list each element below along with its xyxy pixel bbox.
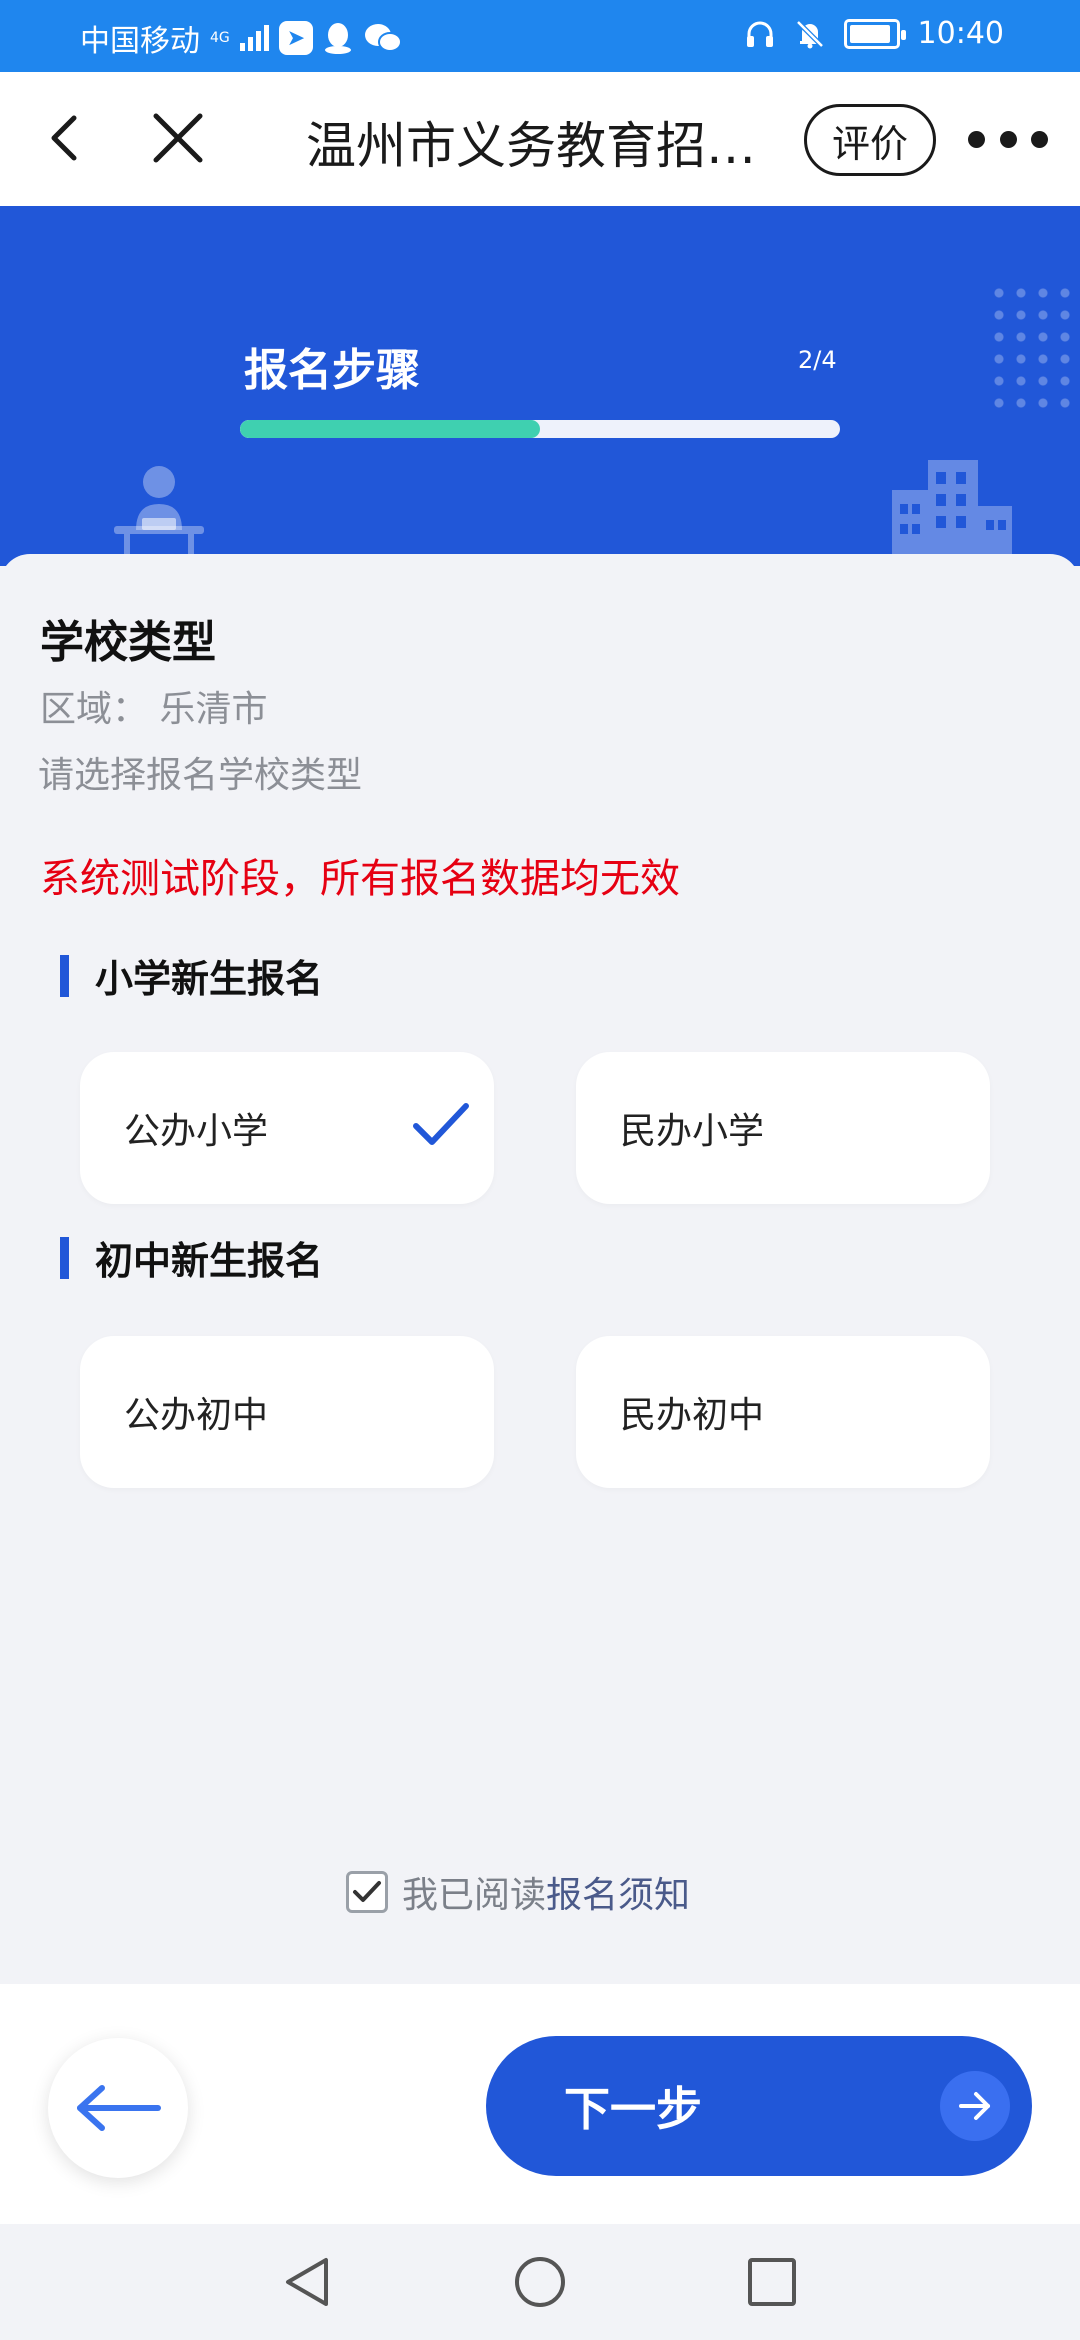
- prompt-text: 请选择报名学校类型: [38, 755, 363, 796]
- wechat-icon: [365, 24, 402, 52]
- option-private-middle[interactable]: 民办初中: [576, 1336, 990, 1488]
- arrow-right-icon: [940, 2071, 1010, 2141]
- group-header-primary: 小学新生报名: [60, 948, 323, 1003]
- arrow-left-icon: [77, 2085, 161, 2131]
- option-label: 公办小学: [124, 1111, 269, 1152]
- steps-progress-fill: [240, 420, 540, 438]
- group-accent-bar: [60, 1236, 69, 1279]
- agreement-notice-link[interactable]: 报名须知: [546, 1866, 690, 1918]
- status-bar: 中国移动 4G ➤ 10:40: [0, 0, 1080, 72]
- group-label: 初中新生报名: [95, 1239, 324, 1283]
- back-icon[interactable]: [30, 102, 102, 174]
- qq-icon: [325, 23, 351, 54]
- carrier-name: 中国移动: [80, 24, 200, 59]
- headphones-icon: [746, 21, 773, 47]
- building-icon: [892, 460, 1012, 566]
- more-icon[interactable]: [968, 116, 1048, 162]
- clock: 10:40: [917, 16, 1004, 51]
- status-left: 中国移动 4G ➤: [80, 16, 403, 60]
- nav-home-circle-icon[interactable]: [512, 2254, 568, 2310]
- group-label: 小学新生报名: [95, 957, 324, 1001]
- previous-button[interactable]: [48, 2038, 188, 2178]
- title-bar: 温州市义务教育招… 评价: [0, 72, 1080, 206]
- section-title: 学校类型: [40, 617, 216, 668]
- group-accent-bar: [60, 954, 69, 997]
- steps-header: 报名步骤 2/4: [0, 206, 1080, 566]
- app-notification-icon: ➤: [279, 21, 313, 55]
- rate-button[interactable]: 评价: [804, 104, 936, 176]
- next-step-button[interactable]: 下一步: [486, 2036, 1032, 2176]
- option-label: 公办初中: [124, 1395, 269, 1436]
- close-icon[interactable]: [142, 102, 214, 174]
- option-public-primary[interactable]: 公办小学: [80, 1052, 494, 1204]
- option-label: 民办初中: [620, 1395, 765, 1436]
- agreement-text: 我已阅读: [402, 1875, 547, 1916]
- steps-count: 2/4: [798, 346, 837, 374]
- option-public-middle[interactable]: 公办初中: [80, 1336, 494, 1488]
- nav-back-triangle-icon[interactable]: [280, 2254, 336, 2310]
- action-bar: 下一步: [0, 1984, 1080, 2224]
- checkmark-icon: [413, 1103, 469, 1145]
- page-title: 温州市义务教育招…: [306, 117, 756, 175]
- student-reading-icon: [114, 466, 204, 566]
- region-text: 区域： 乐清市: [40, 689, 268, 730]
- mute-bell-icon: [795, 19, 824, 48]
- steps-title: 报名步骤: [244, 345, 420, 396]
- dot-pattern-decoration: [988, 282, 1080, 412]
- steps-progress-bar: [240, 420, 840, 438]
- status-right: 10:40: [744, 16, 1004, 51]
- system-nav-bar: [0, 2224, 1080, 2340]
- group-header-middle: 初中新生报名: [60, 1230, 323, 1285]
- agreement-row: 我已阅读 报名须知: [346, 1866, 690, 1918]
- agreement-checkbox[interactable]: [346, 1871, 388, 1913]
- option-private-primary[interactable]: 民办小学: [576, 1052, 990, 1204]
- network-type: 4G: [210, 30, 230, 46]
- option-label: 民办小学: [620, 1111, 765, 1152]
- battery-charging-icon: [843, 18, 906, 49]
- next-step-label: 下一步: [564, 2082, 702, 2136]
- school-type-card: 学校类型 区域： 乐清市 请选择报名学校类型 系统测试阶段，所有报名数据均无效 …: [0, 554, 1080, 1984]
- signal-icon: [240, 25, 269, 51]
- warning-text: 系统测试阶段，所有报名数据均无效: [40, 856, 680, 902]
- nav-recents-square-icon[interactable]: [744, 2254, 800, 2310]
- checkbox-check-icon: [353, 1881, 381, 1902]
